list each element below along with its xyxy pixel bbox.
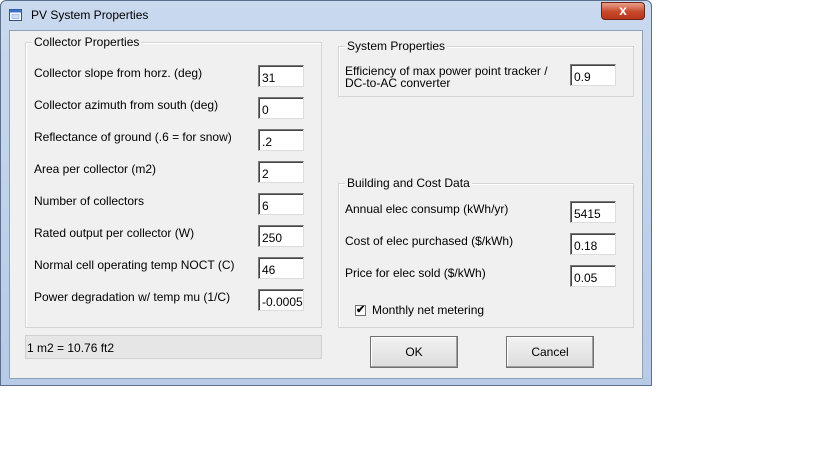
power-degradation-field[interactable]: -0.0005 bbox=[258, 289, 304, 311]
check-mark-icon: ✔ bbox=[356, 304, 366, 316]
cancel-button[interactable]: Cancel bbox=[506, 336, 594, 368]
close-icon: x bbox=[619, 2, 627, 18]
system-properties-group: System Properties Efficiency of max powe… bbox=[338, 39, 634, 97]
dialog-window: PV System Properties x Collector Propert… bbox=[0, 0, 652, 386]
number-of-collectors-field[interactable]: 6 bbox=[258, 193, 304, 215]
window-title: PV System Properties bbox=[31, 8, 149, 22]
cost-purchased-label: Cost of elec purchased ($/kWh) bbox=[345, 234, 514, 248]
mppt-efficiency-label-line2: DC-to-AC converter bbox=[345, 76, 451, 90]
noct-field[interactable]: 46 bbox=[258, 257, 304, 279]
noct-label: Normal cell operating temp NOCT (C) bbox=[34, 258, 235, 272]
annual-consumption-label: Annual elec consump (kWh/yr) bbox=[345, 202, 509, 216]
area-per-collector-label: Area per collector (m2) bbox=[34, 162, 157, 176]
close-button[interactable]: x bbox=[601, 2, 645, 20]
mppt-efficiency-field[interactable]: 0.9 bbox=[570, 64, 616, 86]
dialog-client-area: Collector Properties Collector slope fro… bbox=[9, 30, 643, 379]
title-bar[interactable]: PV System Properties x bbox=[1, 1, 651, 29]
price-sold-field[interactable]: 0.05 bbox=[570, 265, 616, 287]
power-degradation-label: Power degradation w/ temp mu (1/C) bbox=[34, 290, 231, 304]
window-app-icon bbox=[9, 9, 22, 21]
net-metering-label[interactable]: Monthly net metering bbox=[372, 303, 484, 317]
building-cost-legend: Building and Cost Data bbox=[345, 176, 472, 190]
cost-purchased-field[interactable]: 0.18 bbox=[570, 233, 616, 255]
annual-consumption-field[interactable]: 5415 bbox=[570, 201, 616, 223]
unit-conversion-note: 1 m2 = 10.76 ft2 bbox=[25, 335, 322, 359]
area-per-collector-field[interactable]: 2 bbox=[258, 161, 304, 183]
collector-properties-group: Collector Properties Collector slope fro… bbox=[25, 35, 322, 328]
collector-azimuth-field[interactable]: 0 bbox=[258, 97, 304, 119]
collector-properties-legend: Collector Properties bbox=[32, 35, 142, 49]
system-properties-legend: System Properties bbox=[345, 39, 448, 53]
collector-azimuth-label: Collector azimuth from south (deg) bbox=[34, 98, 219, 112]
rated-output-label: Rated output per collector (W) bbox=[34, 226, 195, 240]
number-of-collectors-label: Number of collectors bbox=[34, 194, 145, 208]
building-cost-group: Building and Cost Data Annual elec consu… bbox=[338, 176, 634, 328]
price-sold-label: Price for elec sold ($/kWh) bbox=[345, 266, 486, 280]
rated-output-field[interactable]: 250 bbox=[258, 225, 304, 247]
ground-reflectance-field[interactable]: .2 bbox=[258, 129, 304, 151]
net-metering-checkbox[interactable]: ✔ bbox=[355, 304, 366, 316]
collector-slope-label: Collector slope from horz. (deg) bbox=[34, 66, 203, 80]
ok-button[interactable]: OK bbox=[370, 336, 458, 368]
ground-reflectance-label: Reflectance of ground (.6 = for snow) bbox=[34, 130, 232, 144]
collector-slope-field[interactable]: 31 bbox=[258, 65, 304, 87]
